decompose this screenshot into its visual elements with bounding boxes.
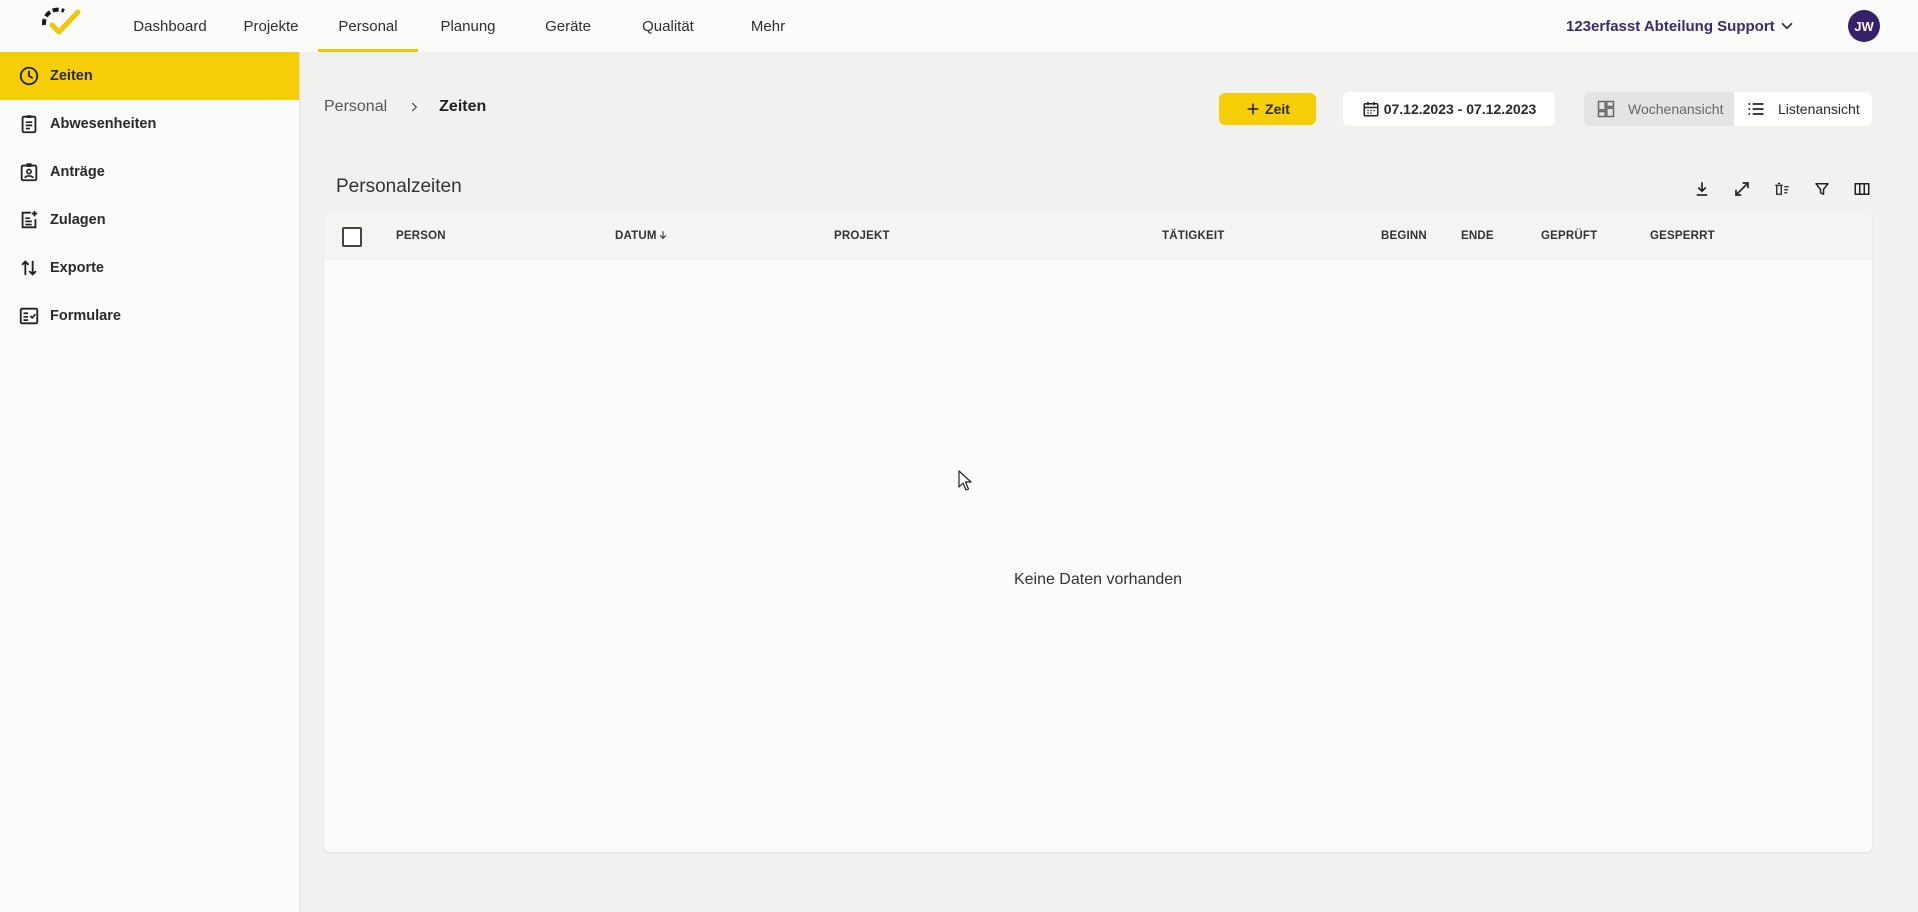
- week-view-label: Wochenansicht: [1628, 101, 1724, 117]
- column-header-geprueft[interactable]: GEPRÜFT: [1541, 230, 1597, 242]
- table-card: PERSON DATUM PROJEKT TÄTIGKEIT BEGINN EN…: [324, 213, 1872, 852]
- filter-button[interactable]: [1802, 178, 1842, 200]
- badge-icon: [20, 163, 38, 182]
- sidebar-item-label: Exporte: [50, 260, 104, 276]
- nav-planung-label: Planung: [440, 17, 496, 35]
- column-header-gesperrt[interactable]: GESPERRT: [1650, 230, 1715, 242]
- table-title: Personalzeiten: [336, 176, 462, 197]
- expand-icon: [1735, 182, 1749, 196]
- main-nav: Dashboard Projekte Personal Planung Gerä…: [116, 0, 818, 52]
- organization-switcher[interactable]: 123erfasst Abteilung Support: [1566, 0, 1775, 52]
- mouse-cursor-icon: [958, 470, 972, 491]
- breadcrumb-current: Zeiten: [439, 98, 487, 115]
- nav-dashboard-label: Dashboard: [133, 17, 207, 35]
- sidebar-item-zulagen[interactable]: Zulagen: [0, 196, 299, 244]
- sidebar-item-label: Formulare: [50, 308, 121, 324]
- sidebar-item-abwesenheiten[interactable]: Abwesenheiten: [0, 100, 299, 148]
- sidebar-item-label: Anträge: [50, 164, 105, 180]
- sidebar-item-label: Abwesenheiten: [50, 116, 157, 132]
- column-header-projekt[interactable]: PROJEKT: [834, 230, 890, 242]
- view-column-icon: [1854, 183, 1870, 195]
- clock-icon: [19, 66, 39, 86]
- nav-personal[interactable]: Personal: [318, 0, 418, 52]
- nav-qualitaet[interactable]: Qualität: [618, 0, 718, 52]
- avatar[interactable]: JW: [1848, 10, 1880, 42]
- delete-sweep-icon: [1775, 182, 1789, 195]
- top-navigation-bar: Dashboard Projekte Personal Planung Gerä…: [0, 0, 1918, 52]
- date-range-picker[interactable]: 07.12.2023 - 07.12.2023: [1343, 92, 1555, 126]
- columns-button[interactable]: [1842, 178, 1882, 200]
- list-view-button[interactable]: Listenansicht: [1734, 92, 1872, 126]
- clipboard-icon: [21, 115, 37, 134]
- sidebar-item-label: Zeiten: [50, 68, 93, 84]
- column-header-datum[interactable]: DATUM: [615, 230, 668, 242]
- nav-dashboard[interactable]: Dashboard: [116, 0, 224, 52]
- column-header-person[interactable]: PERSON: [396, 230, 446, 242]
- list-icon: [1748, 103, 1764, 115]
- nav-mehr[interactable]: Mehr: [718, 0, 818, 52]
- chevron-right-icon: [411, 102, 418, 112]
- breadcrumb-root[interactable]: Personal: [324, 98, 387, 116]
- nav-projekte[interactable]: Projekte: [224, 0, 318, 52]
- download-button[interactable]: [1682, 178, 1722, 200]
- nav-qualitaet-label: Qualität: [642, 17, 694, 35]
- sidebar-item-exporte[interactable]: Exporte: [0, 244, 299, 292]
- filter-icon: [1815, 183, 1829, 195]
- download-icon: [1696, 182, 1708, 196]
- nav-personal-label: Personal: [338, 17, 398, 35]
- sidebar: Zeiten Abwesenheiten Anträge Zulagen Exp…: [0, 52, 300, 912]
- nav-geraete[interactable]: Geräte: [518, 0, 618, 52]
- sidebar-item-zeiten[interactable]: Zeiten: [0, 52, 299, 100]
- chevron-down-icon[interactable]: [1778, 17, 1796, 35]
- breadcrumb: Personal Zeiten: [324, 98, 486, 116]
- sidebar-item-formulare[interactable]: Formulare: [0, 292, 299, 340]
- nav-planung[interactable]: Planung: [418, 0, 518, 52]
- add-time-button[interactable]: Zeit: [1219, 93, 1316, 125]
- select-all-checkbox[interactable]: [342, 227, 362, 247]
- plus-icon: [1247, 103, 1259, 115]
- column-header-beginn[interactable]: BEGINN: [1381, 230, 1427, 242]
- form-checklist-icon: [19, 307, 39, 325]
- sidebar-item-antraege[interactable]: Anträge: [0, 148, 299, 196]
- list-view-label: Listenansicht: [1778, 101, 1860, 117]
- arrow-down-icon: [659, 231, 666, 240]
- clear-filter-button[interactable]: [1762, 178, 1802, 200]
- fullscreen-button[interactable]: [1722, 178, 1762, 200]
- nav-mehr-label: Mehr: [750, 17, 786, 35]
- app-logo[interactable]: [38, 5, 82, 39]
- dashboard-grid-icon: [1597, 100, 1615, 118]
- view-toggle: Wochenansicht Listenansicht: [1584, 92, 1872, 126]
- add-time-label: Zeit: [1265, 101, 1290, 117]
- nav-geraete-label: Geräte: [545, 17, 591, 35]
- nav-projekte-label: Projekte: [243, 17, 299, 35]
- calendar-icon: [1363, 101, 1379, 117]
- column-header-taetigkeit[interactable]: TÄTIGKEIT: [1162, 230, 1225, 242]
- sidebar-item-label: Zulagen: [50, 212, 106, 228]
- column-header-datum-label: DATUM: [615, 230, 657, 242]
- table-header: PERSON DATUM PROJEKT TÄTIGKEIT BEGINN EN…: [324, 213, 1872, 260]
- empty-state-message: Keine Daten vorhanden: [1013, 571, 1183, 588]
- date-range-value: 07.12.2023 - 07.12.2023: [1383, 101, 1537, 117]
- week-view-button[interactable]: Wochenansicht: [1584, 92, 1734, 126]
- table-toolbar: [1682, 178, 1882, 200]
- swap-vertical-icon: [21, 260, 37, 276]
- column-header-ende[interactable]: ENDE: [1461, 230, 1494, 242]
- note-add-icon: [21, 210, 38, 229]
